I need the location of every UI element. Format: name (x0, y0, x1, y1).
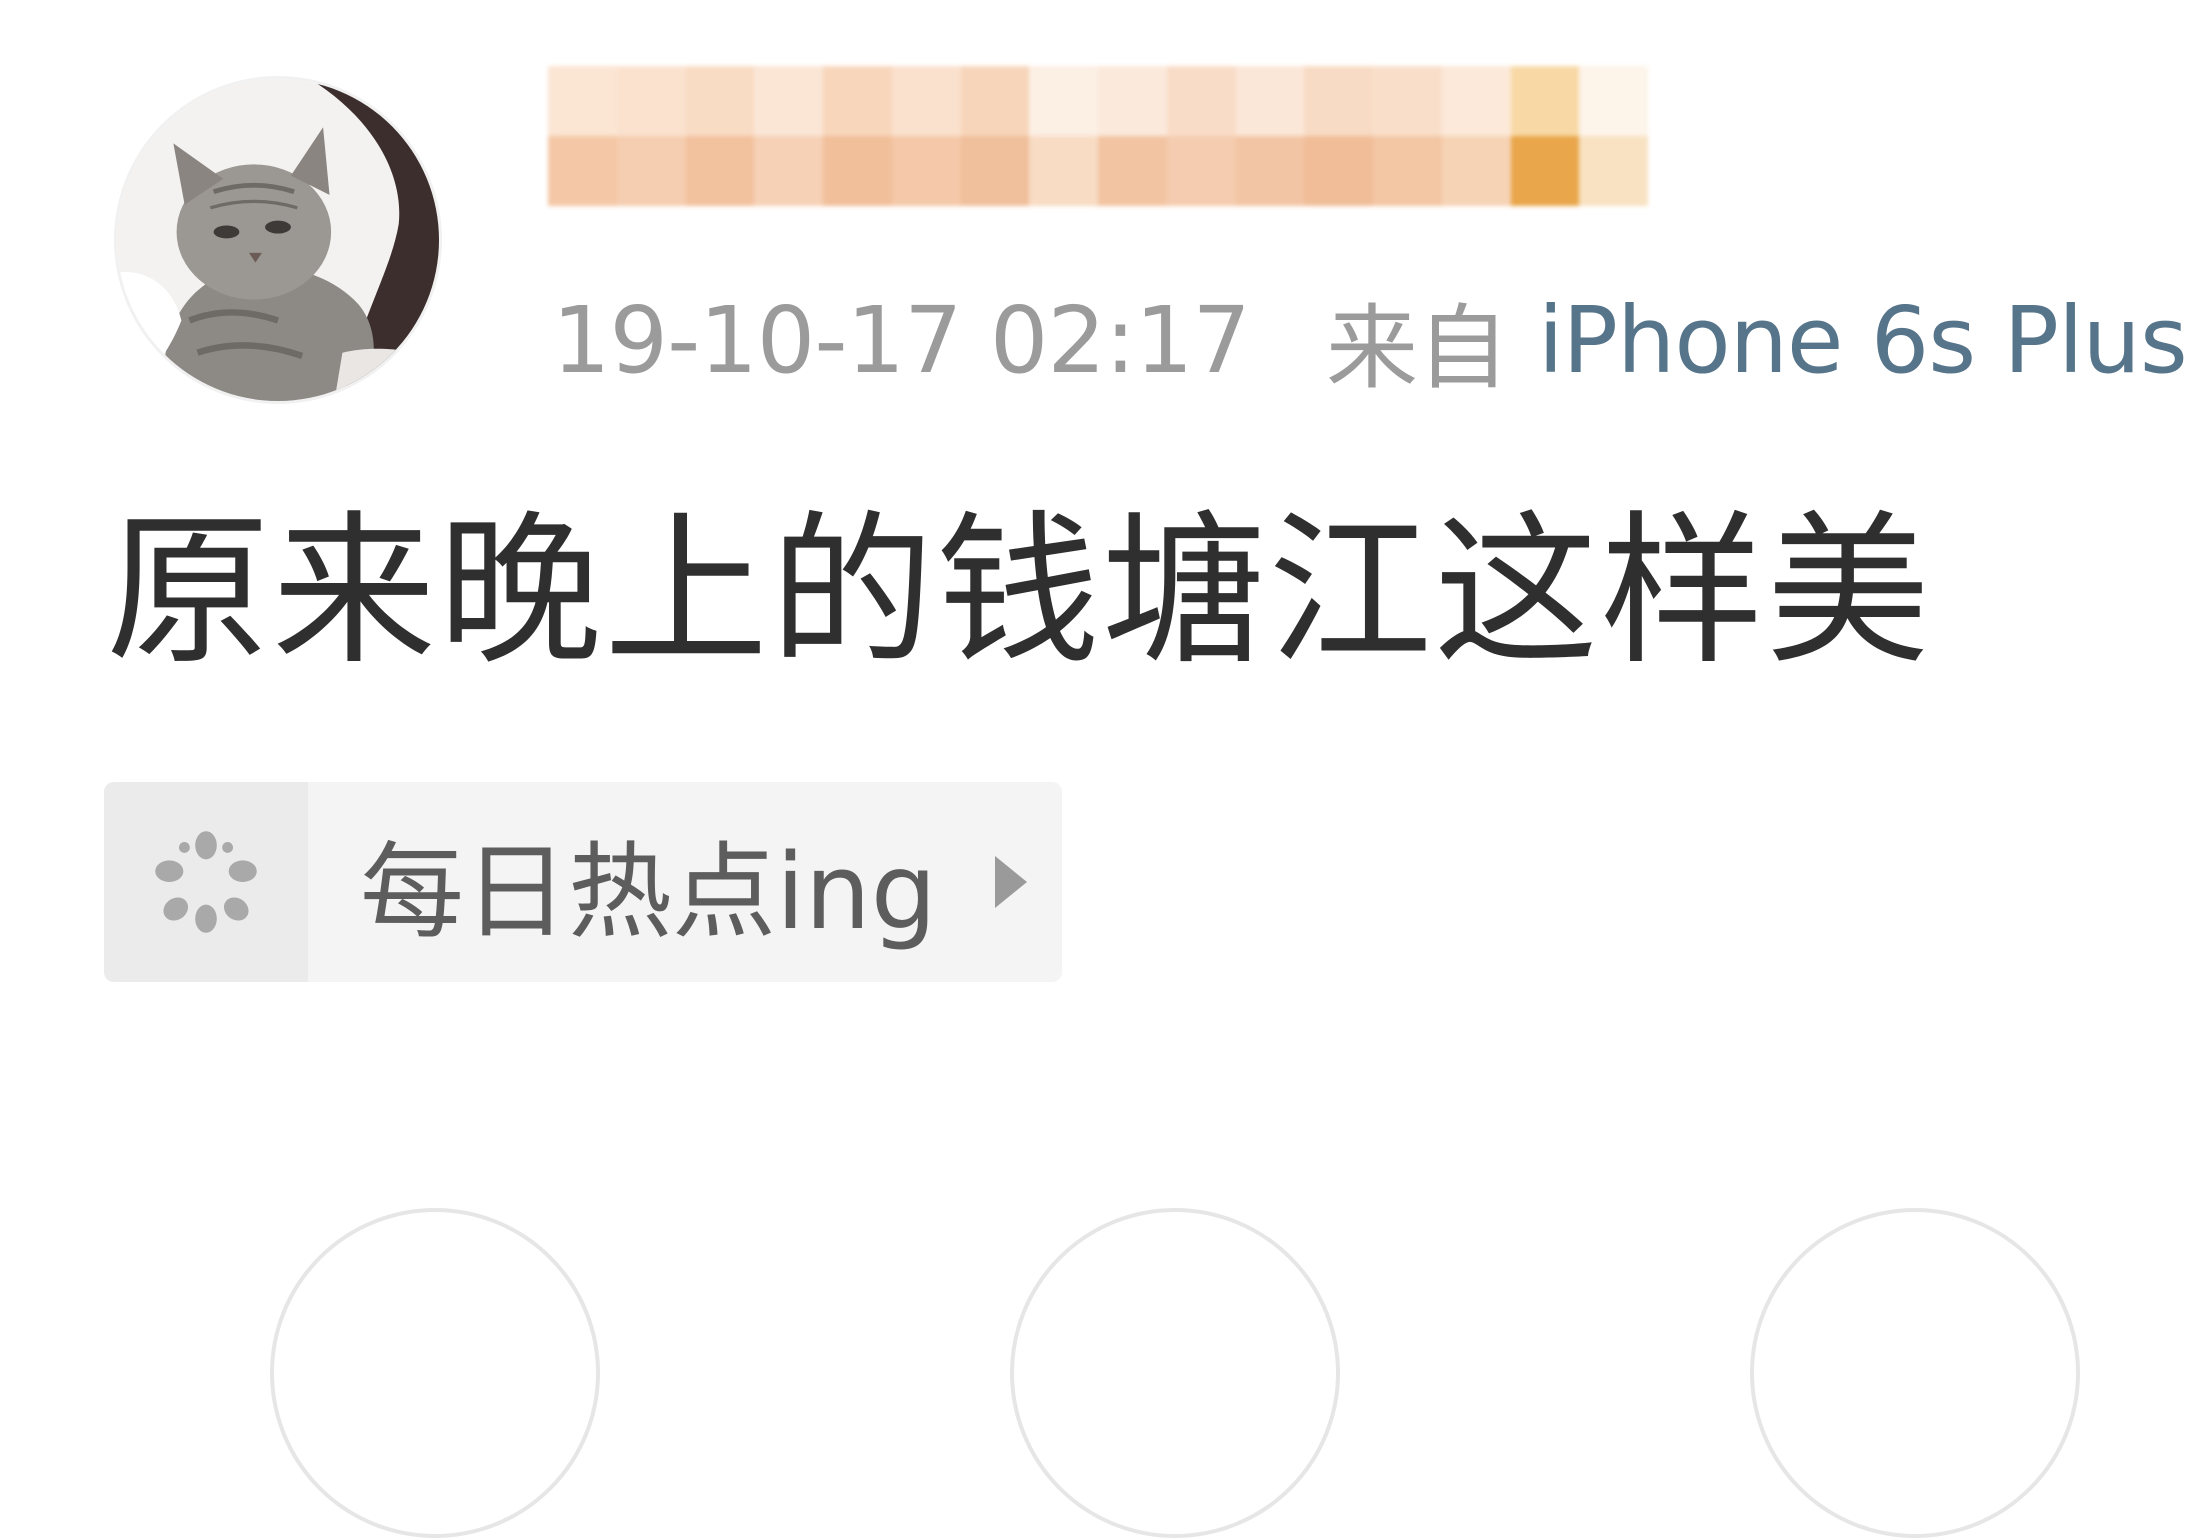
post-text: 原来晚上的钱塘江这样美 (106, 496, 1933, 687)
topic-icon-box (104, 782, 308, 982)
avatar[interactable] (114, 76, 442, 404)
post-meta: 19-10-17 02:17 来自 iPhone 6s Plus (552, 287, 2188, 402)
chevron-right-icon (994, 856, 1027, 908)
action-icon-left[interactable] (270, 1208, 600, 1538)
post-time: 19-10-17 02:17 (552, 286, 1251, 394)
cat-avatar-icon (117, 79, 439, 401)
action-icon-right[interactable] (1750, 1208, 2080, 1538)
source-device-link[interactable]: iPhone 6s Plus (1538, 287, 2188, 394)
pixelated-username[interactable] (548, 66, 1648, 206)
source-label: 来自 (1325, 294, 1509, 402)
flower-dots-icon (155, 831, 257, 933)
action-icon-middle[interactable] (1010, 1208, 1340, 1538)
topic-tag[interactable]: 每日热点ing (104, 782, 1062, 982)
topic-label: 每日热点ing (360, 830, 937, 953)
